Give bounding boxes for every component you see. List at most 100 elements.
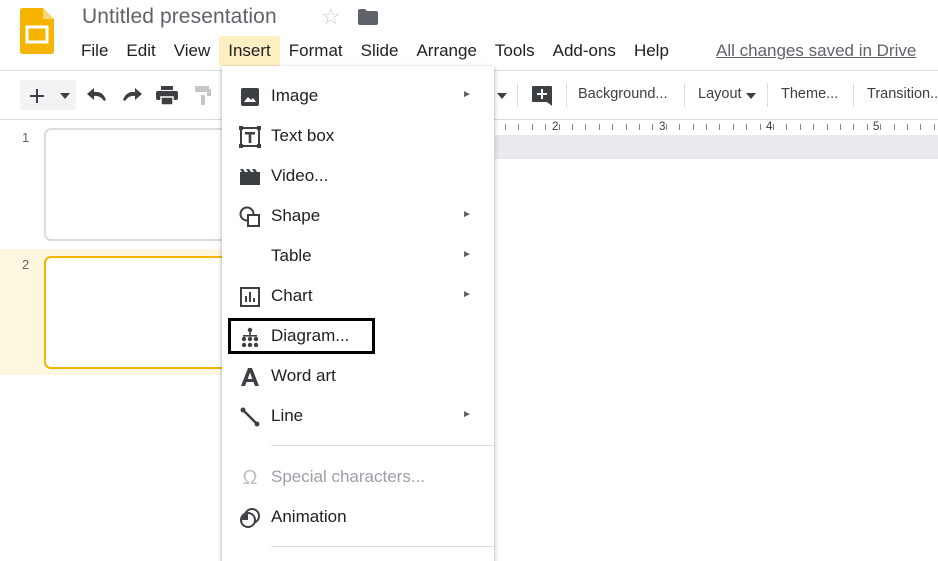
- submenu-arrow-icon: ►: [462, 249, 472, 260]
- ruler-tick: [773, 124, 774, 130]
- video-icon: [238, 165, 262, 189]
- ruler-tick: [505, 124, 506, 130]
- ruler-label: 2: [552, 121, 559, 133]
- diagram-highlight-box: [228, 318, 375, 354]
- ruler-tick: [652, 124, 653, 130]
- text-box-icon: [238, 125, 262, 149]
- omega-icon: Ω: [242, 466, 258, 489]
- menu-item-label: Special characters...: [271, 467, 426, 486]
- plus-icon[interactable]: [29, 88, 45, 104]
- insert-menu-item-image[interactable]: Image ►: [222, 76, 494, 116]
- toolbar-separator: [853, 83, 854, 107]
- insert-menu-item-animation[interactable]: Animation: [222, 497, 494, 537]
- ruler-tick: [518, 124, 519, 130]
- ruler-tick: [760, 124, 761, 130]
- ruler-tick: [559, 124, 560, 130]
- insert-menu-item-text-box[interactable]: Text box: [222, 116, 494, 156]
- menu-tools[interactable]: Tools: [486, 36, 544, 66]
- paint-format-icon[interactable]: [195, 86, 211, 105]
- menu-format[interactable]: Format: [280, 36, 352, 66]
- toolbar-separator: [684, 83, 685, 107]
- submenu-arrow-icon: ►: [462, 409, 472, 420]
- menu-item-label: Line: [271, 406, 304, 425]
- menu-help[interactable]: Help: [625, 36, 678, 66]
- ruler-tick: [532, 124, 533, 130]
- menu-item-label: Text box: [271, 126, 335, 145]
- menu-item-label: Image: [271, 86, 319, 105]
- redo-icon[interactable]: [121, 87, 143, 103]
- insert-menu-item-table[interactable]: Table ►: [222, 236, 494, 276]
- insert-menu-item-word-art[interactable]: Word art: [222, 356, 494, 396]
- toolbar-separator: [767, 83, 768, 107]
- ruler-label: 3: [659, 121, 666, 133]
- star-icon[interactable]: ☆: [321, 5, 341, 29]
- menu-insert[interactable]: Insert: [219, 36, 280, 66]
- line-icon: [238, 405, 262, 429]
- background-button[interactable]: Background...: [578, 86, 667, 102]
- menu-add-ons[interactable]: Add-ons: [544, 36, 625, 66]
- ruler-tick: [813, 124, 814, 130]
- ruler-tick: [786, 124, 787, 130]
- menu-view[interactable]: View: [165, 36, 220, 66]
- insert-menu-item-special-characters: Ω Special characters...: [222, 457, 494, 497]
- submenu-arrow-icon: ►: [462, 89, 472, 100]
- ruler-tick: [840, 124, 841, 130]
- ruler-tick: [679, 124, 680, 130]
- insert-menu-item-shape[interactable]: Shape ►: [222, 196, 494, 236]
- menu-item-label: Table: [271, 246, 312, 265]
- slide-thumbnail-2[interactable]: [44, 256, 234, 369]
- chevron-down-icon[interactable]: [497, 93, 507, 99]
- menu-item-label: Chart: [271, 286, 313, 305]
- print-icon[interactable]: [156, 86, 178, 105]
- layout-button[interactable]: Layout: [698, 86, 742, 102]
- slide-number: 2: [22, 257, 30, 272]
- theme-button[interactable]: Theme...: [781, 86, 838, 102]
- submenu-arrow-icon: ►: [462, 289, 472, 300]
- ruler-tick: [746, 124, 747, 130]
- menu-item-label: Video...: [271, 166, 329, 185]
- ruler-tick: [693, 124, 694, 130]
- transition-button[interactable]: Transition...: [867, 86, 938, 102]
- animation-icon: [238, 506, 262, 530]
- toolbar-separator: [517, 83, 518, 107]
- ruler-tick: [867, 124, 868, 130]
- menu-edit[interactable]: Edit: [117, 36, 164, 66]
- menu-slide[interactable]: Slide: [352, 36, 408, 66]
- ruler-tick: [719, 124, 720, 130]
- ruler-tick: [545, 124, 546, 130]
- ruler-tick: [585, 124, 586, 130]
- folder-icon[interactable]: [358, 9, 378, 25]
- ruler-tick: [853, 124, 854, 130]
- submenu-arrow-icon: ►: [462, 209, 472, 220]
- toolbar-separator: [566, 83, 567, 107]
- menu-file[interactable]: File: [72, 36, 117, 66]
- menu-separator: [271, 445, 494, 446]
- insert-menu-item-chart[interactable]: Chart ►: [222, 276, 494, 316]
- ruler-tick: [626, 124, 627, 130]
- chevron-down-icon[interactable]: [746, 93, 756, 99]
- chevron-down-icon[interactable]: [60, 93, 70, 99]
- document-title[interactable]: Untitled presentation: [82, 5, 277, 29]
- menu-arrange[interactable]: Arrange: [407, 36, 485, 66]
- ruler-label: 5: [873, 121, 880, 133]
- menu-bar: File Edit View Insert Format Slide Arran…: [72, 36, 678, 66]
- word-art-icon: [238, 365, 262, 389]
- ruler-tick: [612, 124, 613, 130]
- ruler-label: 4: [766, 121, 773, 133]
- insert-menu-dropdown: Image ► Text box Video... Shape ► Table …: [222, 66, 494, 561]
- add-comment-icon[interactable]: [531, 85, 553, 107]
- menu-separator: [271, 546, 494, 547]
- google-slides-logo[interactable]: [20, 8, 54, 54]
- ruler-tick: [827, 124, 828, 130]
- menu-item-label: Shape: [271, 206, 321, 225]
- slide-thumbnail-1[interactable]: [44, 128, 234, 241]
- insert-menu-item-video[interactable]: Video...: [222, 156, 494, 196]
- ruler-tick: [639, 124, 640, 130]
- ruler-tick: [666, 124, 667, 130]
- undo-icon[interactable]: [86, 87, 108, 103]
- save-status-link[interactable]: All changes saved in Drive: [716, 41, 916, 61]
- image-icon: [238, 85, 262, 109]
- insert-menu-item-line[interactable]: Line ►: [222, 396, 494, 436]
- ruler-tick: [934, 124, 935, 130]
- horizontal-ruler[interactable]: [495, 120, 938, 135]
